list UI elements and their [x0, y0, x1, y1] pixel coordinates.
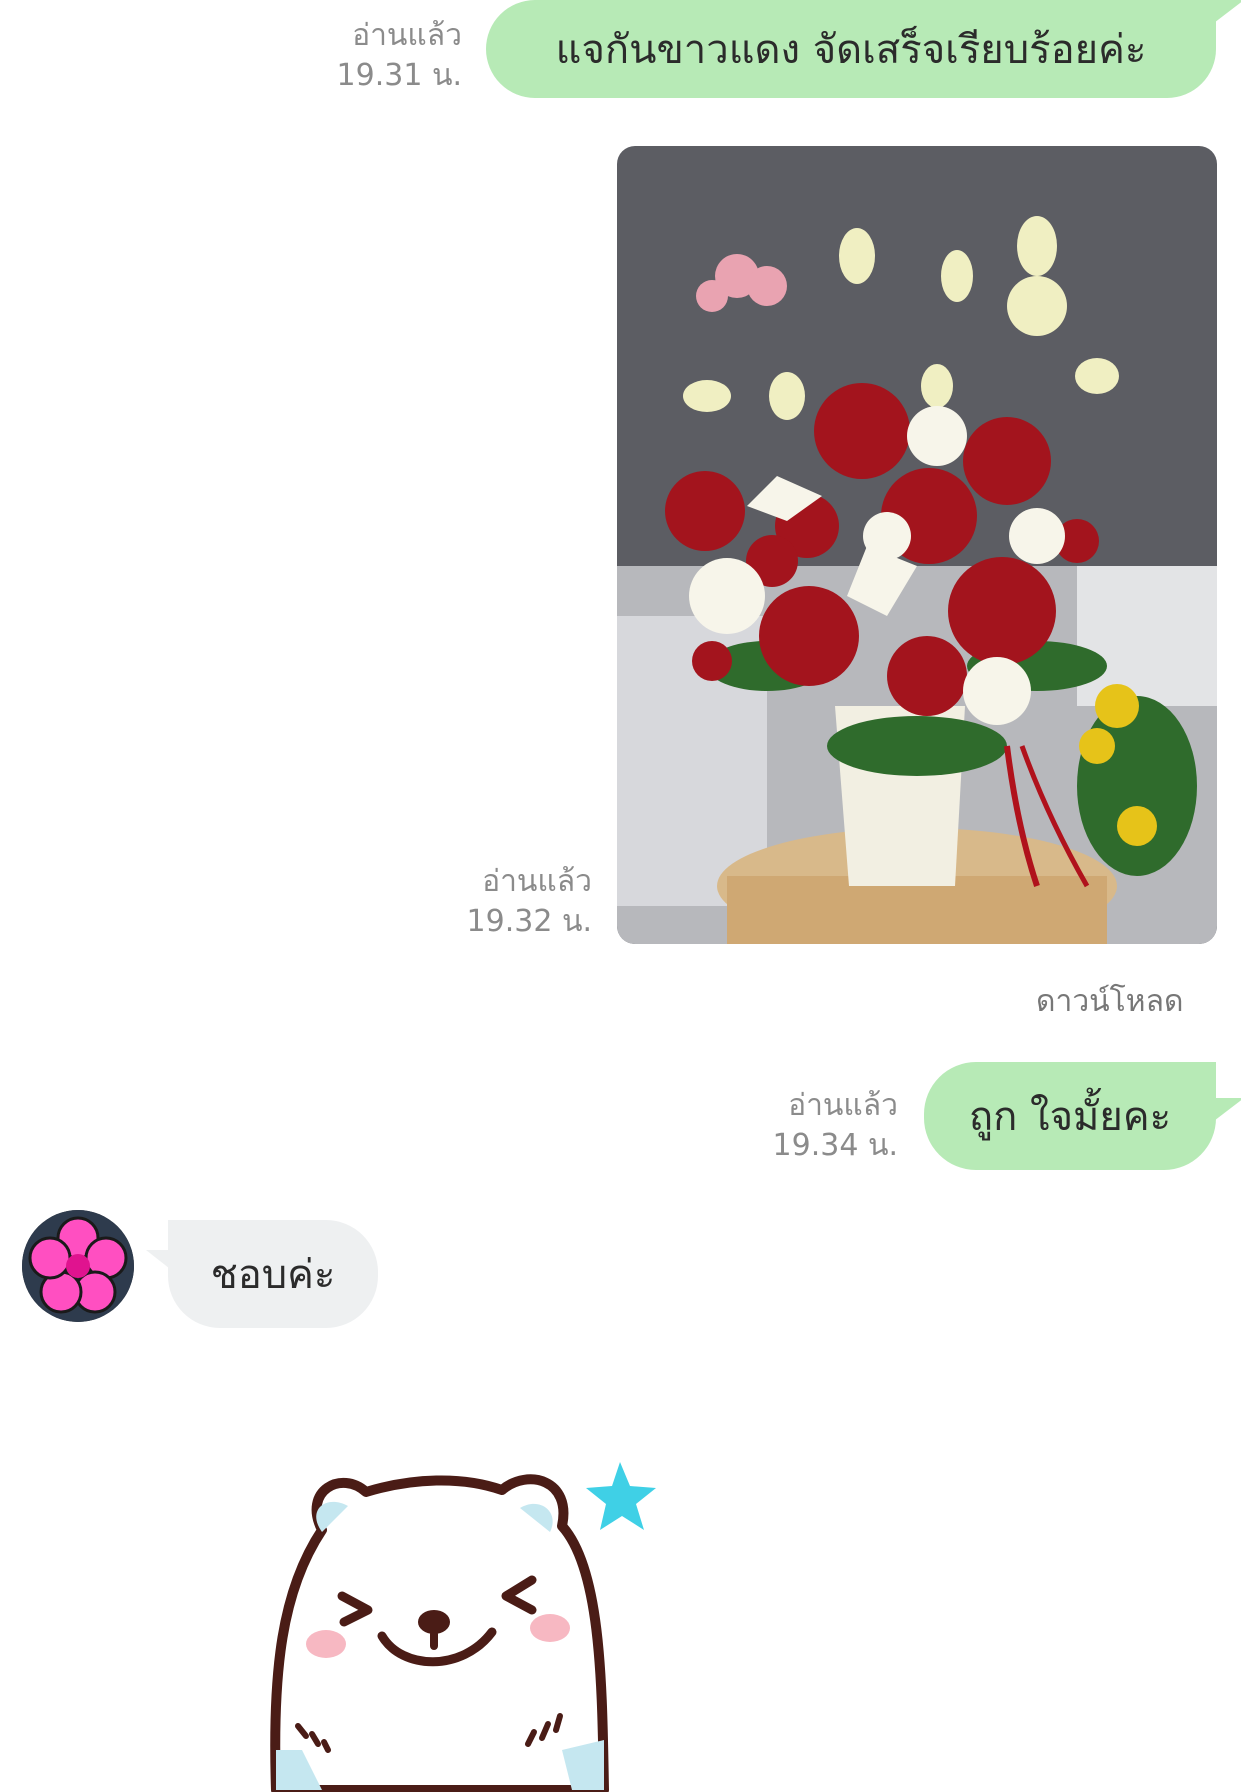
read-status: อ่านแล้ว: [352, 18, 462, 53]
message-bubble-outgoing[interactable]: ถูก ใจมั้ยคะ: [924, 1062, 1216, 1170]
message-time: 19.32 น.: [466, 904, 592, 939]
flower-basket-image: [617, 146, 1217, 944]
flower-photo[interactable]: [617, 146, 1217, 944]
message-text: ชอบค่ะ: [210, 1252, 336, 1298]
message-meta: อ่านแล้ว 19.31 น.: [300, 16, 462, 96]
chat-view: อ่านแล้ว 19.31 น. แจกันขาวแดง จัดเสร็จเร…: [0, 0, 1241, 1792]
read-status: อ่านแล้ว: [482, 864, 592, 899]
download-label: ดาวน์โหลด: [1036, 984, 1184, 1019]
download-link[interactable]: ดาวน์โหลด: [1036, 978, 1183, 1025]
message-meta: อ่านแล้ว 19.34 น.: [736, 1086, 898, 1166]
bear-sticker[interactable]: [262, 1450, 682, 1792]
bubble-tail: [1210, 0, 1241, 26]
white-bear-sticker-icon: [270, 1462, 656, 1792]
message-text: แจกันขาวแดง จัดเสร็จเรียบร้อยค่ะ: [555, 27, 1147, 73]
message-bubble-outgoing[interactable]: แจกันขาวแดง จัดเสร็จเรียบร้อยค่ะ: [486, 0, 1216, 98]
message-time: 19.31 น.: [336, 58, 462, 93]
read-status: อ่านแล้ว: [788, 1088, 898, 1123]
contact-avatar[interactable]: [22, 1210, 134, 1322]
message-text: ถูก ใจมั้ยคะ: [968, 1094, 1172, 1140]
pink-flower-avatar-icon: [22, 1210, 134, 1322]
message-time: 19.34 น.: [772, 1128, 898, 1163]
message-meta: อ่านแล้ว 19.32 น.: [430, 862, 592, 942]
message-bubble-incoming[interactable]: ชอบค่ะ: [168, 1220, 378, 1328]
bubble-tail: [1210, 1098, 1241, 1124]
